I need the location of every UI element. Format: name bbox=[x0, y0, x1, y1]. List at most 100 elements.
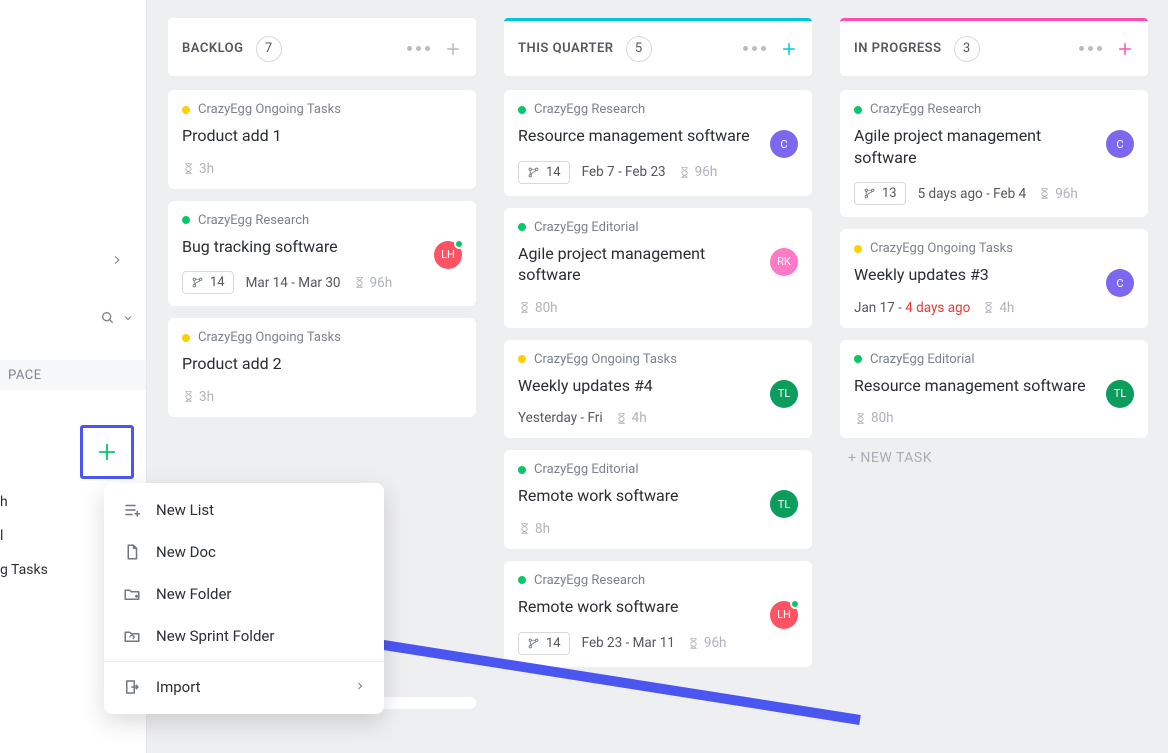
card-meta: 3h bbox=[182, 389, 462, 405]
project-dot-icon bbox=[854, 245, 862, 253]
sidebar-add-button[interactable] bbox=[80, 425, 134, 479]
menu-new-folder[interactable]: New Folder bbox=[104, 573, 384, 615]
column-menu-icon[interactable] bbox=[407, 46, 430, 51]
assignee-avatar[interactable]: LH bbox=[434, 241, 462, 269]
task-card[interactable]: CrazyEgg ResearchResource management sof… bbox=[504, 90, 812, 196]
project-dot-icon bbox=[518, 355, 526, 363]
card-hours: 80h bbox=[518, 300, 558, 316]
card-dates: Feb 23 - Mar 11 bbox=[582, 635, 675, 651]
card-meta: 8h bbox=[518, 521, 798, 537]
menu-label: New Doc bbox=[156, 543, 216, 561]
card-title: Agile project management software bbox=[518, 243, 798, 286]
card-dates: Jan 17 - 4 days ago bbox=[854, 300, 970, 316]
project-dot-icon bbox=[182, 216, 190, 224]
project-dot-icon bbox=[518, 106, 526, 114]
project-dot-icon bbox=[518, 466, 526, 474]
menu-new-doc[interactable]: New Doc bbox=[104, 531, 384, 573]
assignee-avatar[interactable]: LH bbox=[770, 601, 798, 629]
card-title: Product add 1 bbox=[182, 125, 462, 147]
new-task-button[interactable]: + NEW TASK bbox=[840, 450, 1148, 466]
menu-new-sprint-folder[interactable]: New Sprint Folder bbox=[104, 615, 384, 657]
card-meta: Jan 17 - 4 days ago 4h bbox=[854, 300, 1134, 316]
column-title: BACKLOG bbox=[182, 41, 244, 56]
sidebar-search[interactable] bbox=[100, 310, 134, 326]
assignee-avatar[interactable]: RK bbox=[770, 248, 798, 276]
menu-separator bbox=[104, 661, 384, 662]
assignee-avatar[interactable]: C bbox=[1106, 130, 1134, 158]
subtask-count-pill[interactable]: 14 bbox=[518, 632, 570, 655]
column-count: 7 bbox=[256, 36, 282, 62]
project-dot-icon bbox=[854, 355, 862, 363]
card-project: CrazyEgg Research bbox=[518, 573, 798, 588]
card-project: CrazyEgg Ongoing Tasks bbox=[182, 330, 462, 345]
menu-new-list[interactable]: New List bbox=[104, 489, 384, 531]
card-dates: Yesterday - Fri bbox=[518, 410, 603, 426]
card-meta: 14 Mar 14 - Mar 30 96h bbox=[182, 271, 462, 294]
card-meta: 135 days ago - Feb 4 96h bbox=[854, 182, 1134, 205]
card-hours: 4h bbox=[615, 410, 647, 426]
column-add-button[interactable] bbox=[444, 40, 462, 58]
column-add-button[interactable] bbox=[780, 40, 798, 58]
sidebar-chevron-right-icon[interactable] bbox=[110, 252, 124, 271]
project-dot-icon bbox=[854, 106, 862, 114]
menu-label: New Folder bbox=[156, 585, 231, 603]
menu-label: Import bbox=[156, 678, 201, 696]
column-title: THIS QUARTER bbox=[518, 41, 614, 56]
card-list: CrazyEgg Research Agile project managemen… bbox=[840, 90, 1148, 438]
assignee-avatar[interactable]: TL bbox=[770, 490, 798, 518]
column-add-button[interactable] bbox=[1116, 40, 1134, 58]
card-title: Remote work software bbox=[518, 485, 798, 507]
task-card[interactable]: CrazyEgg Editorial Agile project manageme… bbox=[504, 208, 812, 328]
board-column: THIS QUARTER5CrazyEgg ResearchResource m… bbox=[504, 18, 812, 753]
card-project: CrazyEgg Research bbox=[854, 102, 1134, 117]
card-title: Agile project management software bbox=[854, 125, 1134, 168]
task-card[interactable]: CrazyEgg EditorialResource management so… bbox=[840, 340, 1148, 439]
assignee-avatar[interactable]: TL bbox=[770, 380, 798, 408]
card-project: CrazyEgg Editorial bbox=[854, 352, 1134, 367]
card-project: CrazyEgg Ongoing Tasks bbox=[518, 352, 798, 367]
card-project: CrazyEgg Research bbox=[182, 213, 462, 228]
list-add-icon bbox=[122, 500, 142, 520]
task-card[interactable]: CrazyEgg ResearchRemote work softwareLH … bbox=[504, 561, 812, 667]
task-card[interactable]: CrazyEgg EditorialRemote work softwareTL… bbox=[504, 450, 812, 549]
menu-import[interactable]: Import bbox=[104, 666, 384, 708]
assignee-avatar[interactable]: TL bbox=[1106, 380, 1134, 408]
subtask-count-pill[interactable]: 13 bbox=[854, 182, 906, 205]
column-header: IN PROGRESS 3 bbox=[840, 18, 1148, 76]
menu-label: New Sprint Folder bbox=[156, 627, 274, 645]
task-card[interactable]: CrazyEgg Ongoing TasksProduct add 1 3h bbox=[168, 90, 476, 189]
sidebar-space-label[interactable]: PACE bbox=[0, 360, 146, 390]
card-hours: 96h bbox=[1038, 186, 1078, 202]
card-list: CrazyEgg Ongoing TasksProduct add 1 3hCr… bbox=[168, 90, 476, 417]
board-column: IN PROGRESS 3 CrazyEgg Research Agile proje… bbox=[840, 18, 1148, 753]
column-count: 3 bbox=[954, 36, 980, 62]
task-card[interactable]: CrazyEgg ResearchBug tracking softwareLH… bbox=[168, 201, 476, 307]
task-card[interactable]: CrazyEgg Ongoing TasksProduct add 2 3h bbox=[168, 318, 476, 417]
subtask-count-pill[interactable]: 14 bbox=[182, 271, 234, 294]
subtask-count-pill[interactable]: 14 bbox=[518, 161, 570, 184]
task-card[interactable]: CrazyEgg Ongoing Tasks Weekly updates #4T… bbox=[504, 340, 812, 439]
column-title: IN PROGRESS bbox=[854, 41, 942, 56]
project-dot-icon bbox=[518, 576, 526, 584]
card-project: CrazyEgg Editorial bbox=[518, 220, 798, 235]
card-dates: Mar 14 - Mar 30 bbox=[246, 275, 341, 291]
card-project: CrazyEgg Ongoing Tasks bbox=[182, 102, 462, 117]
task-card[interactable]: CrazyEgg Research Agile project managemen… bbox=[840, 90, 1148, 217]
card-dates: Feb 7 - Feb 23 bbox=[582, 164, 666, 180]
card-list: CrazyEgg ResearchResource management sof… bbox=[504, 90, 812, 667]
project-dot-icon bbox=[182, 106, 190, 114]
column-menu-icon[interactable] bbox=[743, 46, 766, 51]
card-hours: 96h bbox=[687, 635, 727, 651]
folder-add-icon bbox=[122, 584, 142, 604]
column-header: BACKLOG 7 bbox=[168, 18, 476, 76]
add-menu-popup: New List New Doc New Folder New Sprint F… bbox=[104, 483, 384, 714]
card-title: Weekly updates #4 bbox=[518, 375, 798, 397]
card-meta: 14 Feb 23 - Mar 11 96h bbox=[518, 632, 798, 655]
task-card[interactable]: CrazyEgg Ongoing TasksWeekly updates #3C… bbox=[840, 229, 1148, 328]
card-hours: 96h bbox=[678, 164, 718, 180]
assignee-avatar[interactable]: C bbox=[1106, 269, 1134, 297]
column-menu-icon[interactable] bbox=[1079, 46, 1102, 51]
card-hours: 96h bbox=[353, 275, 393, 291]
assignee-avatar[interactable]: C bbox=[770, 130, 798, 158]
card-hours: 8h bbox=[518, 521, 550, 537]
